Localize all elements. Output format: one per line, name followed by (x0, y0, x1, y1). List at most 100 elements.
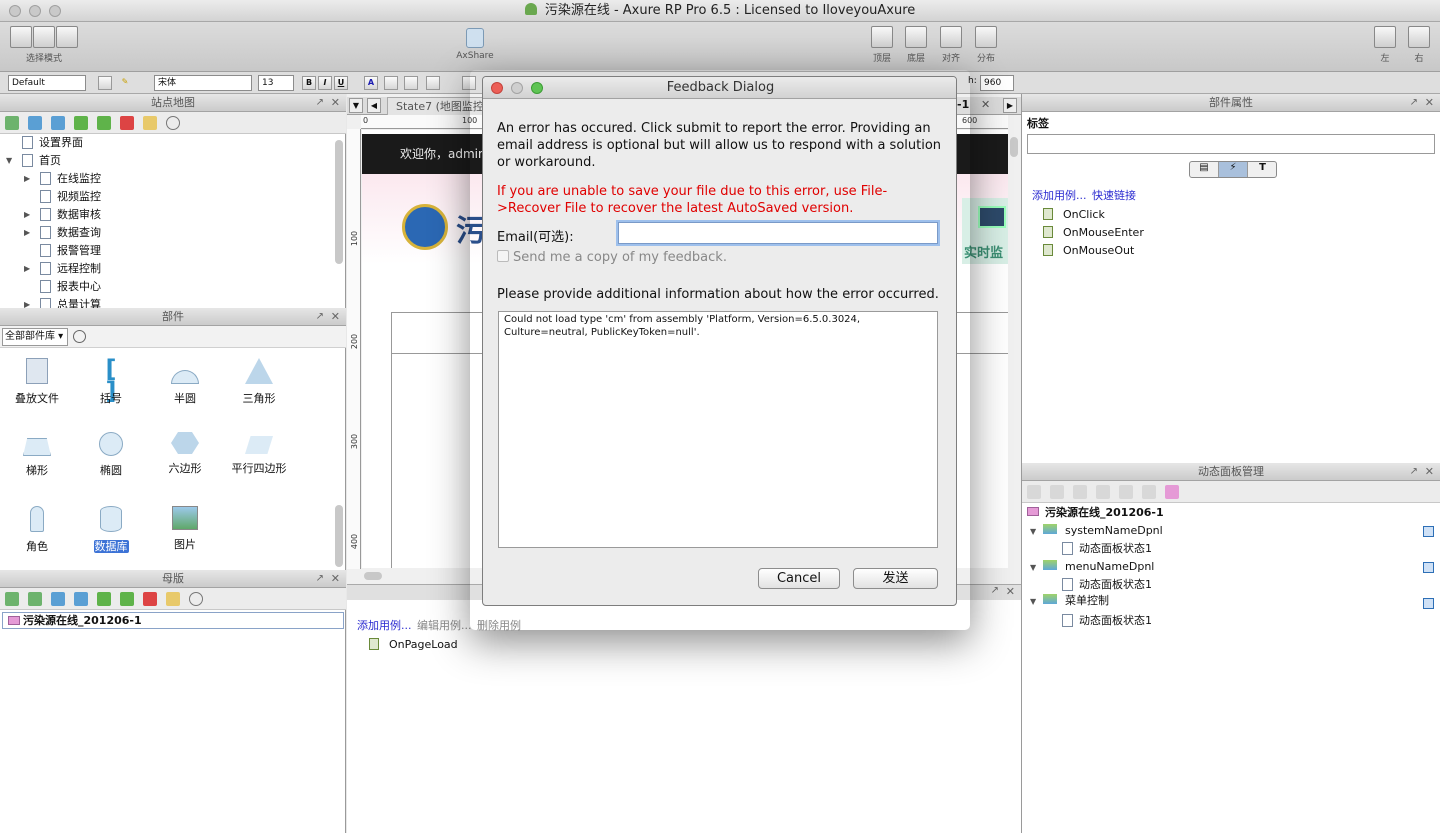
add-page-icon[interactable] (5, 116, 19, 130)
line-color-icon[interactable] (404, 76, 418, 90)
expand-icon[interactable]: ▶ (24, 228, 30, 237)
info-textarea[interactable]: Could not load type 'cm' from assembly '… (498, 311, 938, 548)
widget-image[interactable]: 图片 (150, 506, 220, 552)
search-icon[interactable] (73, 330, 86, 343)
visibility-toggle-icon[interactable] (1423, 598, 1434, 609)
notes-tab-icon[interactable]: ▤ (1190, 162, 1219, 177)
dynpanel-item[interactable]: menuNameDpnl (1043, 558, 1154, 576)
visibility-toggle-icon[interactable] (1423, 526, 1434, 537)
event-onpageload[interactable]: OnPageLoad (369, 638, 458, 651)
sitemap-item[interactable]: 视频监控 (40, 188, 101, 206)
rename-icon[interactable] (166, 592, 180, 606)
tab-next-icon[interactable]: ▶ (1003, 98, 1017, 113)
quick-link[interactable]: 快速链接 (1092, 187, 1136, 203)
close-panel-icon[interactable]: ✕ (1425, 94, 1434, 111)
dialog-close-button[interactable] (491, 82, 503, 94)
add-master-icon[interactable] (5, 592, 19, 606)
line-style-icon[interactable] (426, 76, 440, 90)
select-intersect-icon[interactable] (10, 26, 32, 48)
collapse-icon[interactable]: ▼ (1030, 597, 1036, 606)
event-onclick[interactable]: OnClick (1043, 208, 1105, 221)
pin-icon[interactable]: ↗ (991, 585, 999, 596)
widget-library-select[interactable]: 全部部件库 ▾ (2, 328, 68, 346)
widget-bracket[interactable]: [ ] 括号 (76, 357, 146, 406)
style-edit-icon[interactable] (98, 76, 112, 90)
collapse-icon[interactable]: ▼ (6, 156, 12, 165)
sitemap-item[interactable]: 报警管理 (40, 242, 101, 260)
dynpanel-item[interactable]: systemNameDpnl (1043, 522, 1163, 540)
align-icon[interactable] (940, 26, 962, 48)
dialog-minimize-button[interactable] (511, 82, 523, 94)
canvas-vscroll[interactable] (1010, 137, 1018, 157)
expand-icon[interactable]: ▶ (24, 174, 30, 183)
edit-case-link[interactable]: 编辑用例... (417, 617, 472, 633)
height-input[interactable]: 960 (980, 75, 1014, 91)
sitemap-item[interactable]: 报表中心 (40, 278, 101, 296)
search-icon[interactable] (189, 592, 203, 606)
panel-master-icon[interactable] (1165, 485, 1179, 499)
move-down-icon[interactable] (51, 116, 65, 130)
tab-list-icon[interactable]: ▼ (349, 98, 363, 113)
outdent-icon[interactable] (97, 116, 111, 130)
sitemap-item[interactable]: 在线监控 (40, 170, 101, 188)
axshare-icon[interactable] (466, 28, 484, 48)
pin-icon[interactable]: ↗ (316, 94, 324, 111)
dynpanel-state[interactable]: 动态面板状态1 (1062, 540, 1152, 558)
collapse-icon[interactable]: ▼ (1030, 563, 1036, 572)
dialog-zoom-button[interactable] (531, 82, 543, 94)
widget-ellipse[interactable]: 椭圆 (76, 432, 146, 478)
send-to-back-icon[interactable] (905, 26, 927, 48)
delete-master-icon[interactable] (143, 592, 157, 606)
pin-icon[interactable]: ↗ (316, 570, 324, 587)
font-color-icon[interactable]: A (364, 76, 378, 90)
sitemap-item[interactable]: 数据查询 (40, 224, 101, 242)
move-up-icon[interactable] (1073, 485, 1087, 499)
delete-state-icon[interactable] (1119, 485, 1133, 499)
search-icon[interactable] (166, 116, 180, 130)
rename-icon[interactable] (143, 116, 157, 130)
close-panel-icon[interactable]: ✕ (331, 308, 340, 325)
minimize-window-button[interactable] (29, 5, 41, 17)
collapse-icon[interactable]: ▼ (1030, 527, 1036, 536)
send-button[interactable]: 发送 (853, 568, 938, 589)
dynpanel-root[interactable]: 污染源在线_201206-1 (1027, 504, 1164, 522)
move-up-icon[interactable] (51, 592, 65, 606)
style-select[interactable]: Default (8, 75, 86, 91)
right-panel-toggle-icon[interactable] (1408, 26, 1430, 48)
widgets-scrollbar[interactable] (335, 505, 343, 567)
close-panel-icon[interactable]: ✕ (1425, 463, 1434, 480)
widget-trapezoid[interactable]: 梯形 (2, 432, 72, 478)
widget-triangle[interactable]: 三角形 (224, 358, 294, 406)
bold-button[interactable]: B (302, 76, 316, 90)
sitemap-item[interactable]: 设置界面 (22, 134, 83, 152)
pin-icon[interactable]: ↗ (1410, 463, 1418, 480)
master-item[interactable]: 污染源在线_201206-1 (2, 612, 344, 629)
add-state-icon[interactable] (1027, 485, 1041, 499)
bring-to-front-icon[interactable] (871, 26, 893, 48)
add-case-link[interactable]: 添加用例... (357, 617, 412, 633)
select-contain-icon[interactable] (33, 26, 55, 48)
delete-page-icon[interactable] (120, 116, 134, 130)
font-size-select[interactable]: 13 (258, 75, 294, 91)
close-panel-icon[interactable]: ✕ (331, 570, 340, 587)
indent-icon[interactable] (74, 116, 88, 130)
duplicate-state-icon[interactable] (1050, 485, 1064, 499)
close-window-button[interactable] (9, 5, 21, 17)
style-tab-icon[interactable]: T (1248, 162, 1277, 177)
widget-stacked-file[interactable]: 叠放文件 (2, 358, 72, 406)
zoom-window-button[interactable] (49, 5, 61, 17)
widget-parallelogram[interactable]: 平行四边形 (224, 432, 294, 476)
label-input[interactable] (1027, 134, 1435, 154)
sitemap-item[interactable]: 数据审核 (40, 206, 101, 224)
visibility-toggle-icon[interactable] (1423, 562, 1434, 573)
outdent-icon[interactable] (120, 592, 134, 606)
canvas-hscroll[interactable] (364, 572, 382, 580)
bullet-list-icon[interactable] (384, 76, 398, 90)
widget-actor[interactable]: 角色 (2, 506, 72, 554)
widget-hexagon[interactable]: 六边形 (150, 432, 220, 476)
connector-icon[interactable] (56, 26, 78, 48)
event-onmouseenter[interactable]: OnMouseEnter (1043, 226, 1144, 239)
pin-icon[interactable]: ↗ (316, 308, 324, 325)
interactions-tab-icon[interactable]: ⚡ (1219, 162, 1248, 177)
edit-state-icon[interactable] (1142, 485, 1156, 499)
